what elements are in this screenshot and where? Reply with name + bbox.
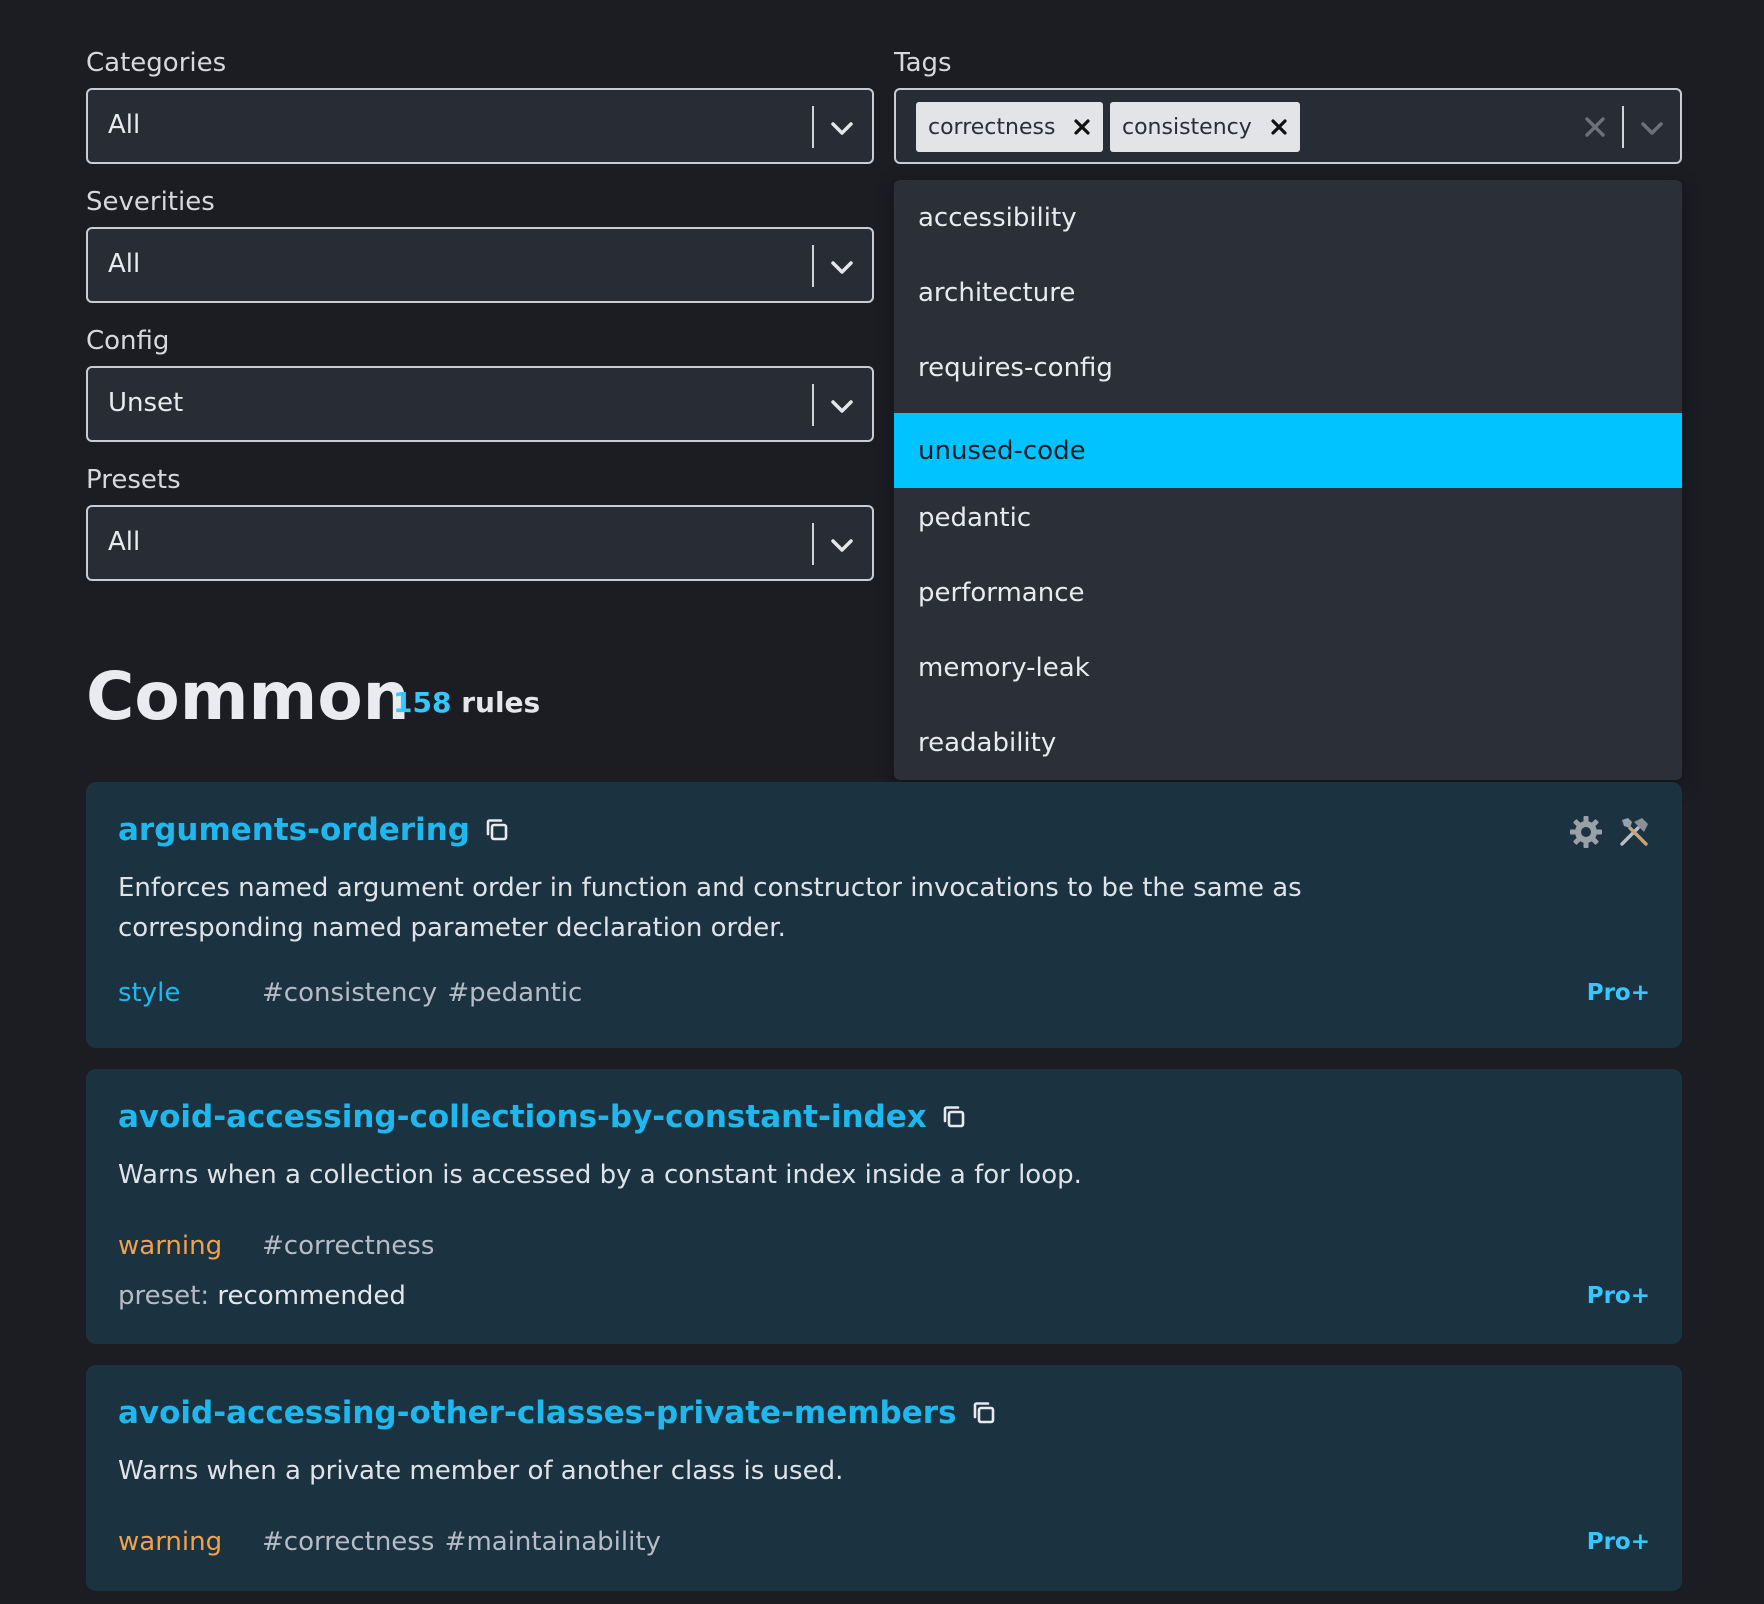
tag-chip-label: correctness: [928, 114, 1056, 140]
copy-icon[interactable]: [969, 1398, 999, 1428]
rule-title-row: avoid-accessing-collections-by-constant-…: [118, 1099, 969, 1135]
gear-icon: [1570, 816, 1602, 848]
categories-label: Categories: [86, 48, 227, 78]
tag-option-performance[interactable]: performance: [894, 555, 1682, 630]
rule-card: arguments-ordering Enforces named argume…: [86, 782, 1682, 1048]
rules-count-number: 158: [393, 686, 452, 719]
rule-card: avoid-accessing-collections-by-constant-…: [86, 1069, 1682, 1344]
presets-value: All: [108, 527, 141, 557]
rule-description: Warns when a private member of another c…: [118, 1456, 844, 1486]
rule-tags: #correctness: [262, 1231, 435, 1261]
config-value: Unset: [108, 388, 184, 418]
chevron-down-icon[interactable]: [826, 112, 858, 144]
rule-feature-icons: [1568, 814, 1652, 850]
tag-chip-correctness: correctness: [916, 102, 1104, 152]
tag-option-readability[interactable]: readability: [894, 705, 1682, 780]
rule-name-link[interactable]: avoid-accessing-other-classes-private-me…: [118, 1395, 957, 1431]
config-select[interactable]: Unset: [86, 366, 874, 442]
categories-select[interactable]: All: [86, 88, 874, 164]
tag-option-unused-code[interactable]: unused-code: [894, 413, 1682, 488]
tags-label: Tags: [894, 48, 952, 78]
severities-label: Severities: [86, 187, 215, 217]
rule-tags: #correctness #maintainability: [262, 1527, 661, 1557]
rule-title-row: avoid-accessing-other-classes-private-me…: [118, 1395, 999, 1431]
config-label: Config: [86, 326, 170, 356]
presets-label: Presets: [86, 465, 181, 495]
select-separator: [1622, 106, 1624, 148]
rules-count: 158 rules: [393, 686, 540, 719]
copy-icon[interactable]: [939, 1102, 969, 1132]
rules-count-word: rules: [461, 686, 541, 719]
tag-option-pedantic[interactable]: pedantic: [894, 480, 1682, 555]
clear-all-icon[interactable]: [1582, 114, 1608, 140]
tags-dropdown-menu: accessibility architecture requires-conf…: [894, 180, 1682, 780]
tag-option-accessibility[interactable]: accessibility: [894, 180, 1682, 255]
select-separator: [812, 106, 814, 148]
rule-severity: warning: [118, 1527, 223, 1557]
chevron-down-icon[interactable]: [826, 390, 858, 422]
preset-label: preset:: [118, 1281, 210, 1311]
remove-tag-icon[interactable]: [1268, 116, 1290, 138]
chevron-down-icon[interactable]: [1636, 112, 1668, 144]
pro-badge: Pro+: [1586, 980, 1650, 1006]
tag-chip-label: consistency: [1122, 114, 1252, 140]
select-separator: [812, 384, 814, 426]
severities-select[interactable]: All: [86, 227, 874, 303]
rule-severity: warning: [118, 1231, 223, 1261]
select-separator: [812, 245, 814, 287]
remove-tag-icon[interactable]: [1071, 116, 1093, 138]
select-separator: [812, 523, 814, 565]
preset-value: recommended: [217, 1281, 406, 1311]
categories-value: All: [108, 110, 141, 140]
rule-card: avoid-accessing-other-classes-private-me…: [86, 1365, 1682, 1591]
rule-description: Warns when a collection is accessed by a…: [118, 1160, 1082, 1190]
tag-option-requires-config[interactable]: requires-config: [894, 330, 1682, 405]
tag-option-memory-leak[interactable]: memory-leak: [894, 630, 1682, 705]
tag-chip-consistency: consistency: [1110, 102, 1300, 152]
tools-icon: [1620, 818, 1648, 846]
tags-select[interactable]: correctness consistency: [894, 88, 1682, 164]
rule-name-link[interactable]: arguments-ordering: [118, 812, 470, 848]
tag-option-architecture[interactable]: architecture: [894, 255, 1682, 330]
severities-value: All: [108, 249, 141, 279]
rule-tags: #consistency #pedantic: [262, 978, 583, 1008]
page: Categories All Severities All Config Uns…: [0, 0, 1764, 1604]
rule-severity: style: [118, 978, 181, 1008]
section-title: Common: [86, 658, 410, 735]
rule-preset: preset: recommended: [118, 1281, 406, 1311]
pro-badge: Pro+: [1586, 1283, 1650, 1309]
copy-icon[interactable]: [482, 815, 512, 845]
rule-title-row: arguments-ordering: [118, 812, 512, 848]
chevron-down-icon[interactable]: [826, 251, 858, 283]
rule-name-link[interactable]: avoid-accessing-collections-by-constant-…: [118, 1099, 927, 1135]
presets-select[interactable]: All: [86, 505, 874, 581]
chevron-down-icon[interactable]: [826, 529, 858, 561]
pro-badge: Pro+: [1586, 1529, 1650, 1555]
rule-description: Enforces named argument order in functio…: [118, 873, 1302, 943]
